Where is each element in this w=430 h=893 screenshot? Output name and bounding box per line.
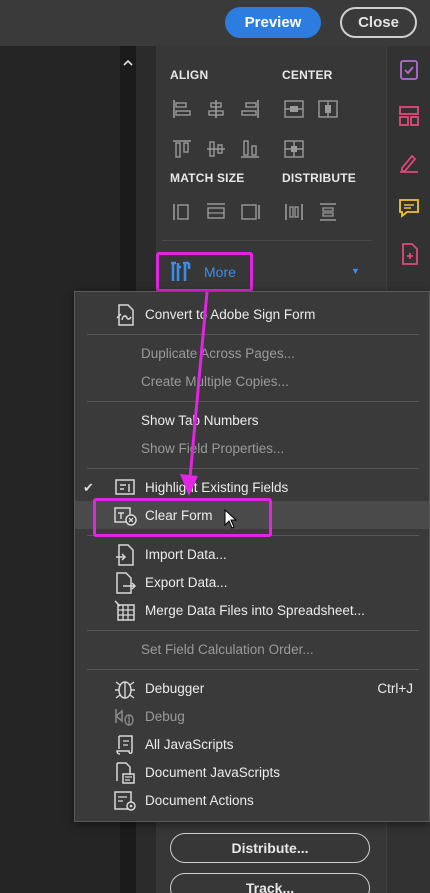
align-vertical-center-icon[interactable] — [205, 138, 227, 160]
annotation-highlight-clear-form — [93, 498, 272, 537]
form-checkbox-icon[interactable] — [397, 58, 421, 82]
menu-item-label: Show Field Properties... — [141, 441, 285, 456]
menu-separator — [87, 669, 419, 670]
menu-item-set-field-calculation-order: Set Field Calculation Order... — [75, 636, 429, 664]
document-actions-icon — [113, 789, 137, 813]
menu-separator — [87, 401, 419, 402]
match-width-icon[interactable] — [171, 201, 193, 223]
top-toolbar: Preview Close — [0, 0, 430, 46]
highlight-fields-icon — [113, 476, 137, 500]
create-pdf-icon[interactable] — [397, 242, 421, 266]
distribute-button[interactable]: Distribute... — [170, 833, 370, 863]
app-window: Preview Close ALIGN CENTER MATCH SIZE DI… — [0, 0, 430, 893]
menu-item-show-field-properties: Show Field Properties... — [75, 435, 429, 463]
keyboard-shortcut: Ctrl+J — [377, 681, 413, 696]
convert-sign-icon — [113, 303, 137, 327]
comment-icon[interactable] — [397, 196, 421, 220]
align-left-icon[interactable] — [171, 98, 193, 120]
menu-item-debugger[interactable]: Debugger Ctrl+J — [75, 675, 429, 703]
menu-item-import-data[interactable]: Import Data... — [75, 541, 429, 569]
align-bottom-icon[interactable] — [239, 138, 261, 160]
menu-item-label: Debugger — [145, 681, 205, 696]
menu-item-all-javascripts[interactable]: All JavaScripts — [75, 731, 429, 759]
document-javascripts-icon — [113, 761, 137, 785]
menu-item-label: Merge Data Files into Spreadsheet... — [145, 603, 365, 618]
distribute-vertical-icon[interactable] — [317, 201, 339, 223]
menu-item-label: Document Actions — [145, 793, 254, 808]
align-horizontal-center-icon[interactable] — [205, 98, 227, 120]
align-top-icon[interactable] — [171, 138, 193, 160]
match-both-icon[interactable] — [239, 201, 261, 223]
menu-item-label: Create Multiple Copies... — [141, 374, 289, 389]
menu-separator — [87, 334, 419, 335]
import-data-icon — [113, 543, 137, 567]
merge-spreadsheet-icon — [113, 599, 137, 623]
menu-item-label: Debug — [145, 709, 185, 724]
align-right-icon[interactable] — [239, 98, 261, 120]
menu-item-label: Set Field Calculation Order... — [141, 642, 314, 657]
align-section-label: ALIGN — [170, 68, 209, 82]
menu-item-duplicate-across-pages: Duplicate Across Pages... — [75, 340, 429, 368]
menu-item-label: All JavaScripts — [145, 737, 234, 752]
distribute-section-label: DISTRIBUTE — [282, 171, 356, 185]
annotation-highlight-more — [156, 252, 253, 292]
match-size-section-label: MATCH SIZE — [170, 171, 245, 185]
menu-item-document-javascripts[interactable]: Document JavaScripts — [75, 759, 429, 787]
distribute-horizontal-icon[interactable] — [283, 201, 305, 223]
menu-item-label: Import Data... — [145, 547, 227, 562]
menu-item-document-actions[interactable]: Document Actions — [75, 787, 429, 815]
center-horizontal-icon[interactable] — [283, 98, 305, 120]
menu-item-export-data[interactable]: Export Data... — [75, 569, 429, 597]
center-both-icon[interactable] — [283, 138, 305, 160]
menu-item-merge-data-files[interactable]: Merge Data Files into Spreadsheet... — [75, 597, 429, 625]
scroll-up-icon[interactable] — [120, 54, 136, 72]
organize-pages-icon[interactable] — [397, 104, 421, 128]
menu-item-label: Document JavaScripts — [145, 765, 281, 780]
checkmark-icon: ✔ — [83, 480, 94, 495]
mouse-cursor-icon — [224, 508, 238, 529]
debugger-icon — [113, 677, 137, 701]
chevron-down-icon[interactable]: ▼ — [351, 266, 360, 276]
menu-item-show-tab-numbers[interactable]: Show Tab Numbers — [75, 407, 429, 435]
menu-item-label: Convert to Adobe Sign Form — [145, 307, 316, 322]
center-section-label: CENTER — [282, 68, 333, 82]
menu-item-label: Duplicate Across Pages... — [141, 346, 295, 361]
menu-item-convert-to-sign-form[interactable]: Convert to Adobe Sign Form — [75, 301, 429, 329]
menu-separator — [87, 630, 419, 631]
center-vertical-icon[interactable] — [317, 98, 339, 120]
fill-sign-icon[interactable] — [397, 150, 421, 174]
export-data-icon — [113, 571, 137, 595]
all-javascripts-icon — [113, 733, 137, 757]
debug-icon — [113, 705, 137, 729]
menu-item-label: Export Data... — [145, 575, 228, 590]
close-button[interactable]: Close — [340, 7, 417, 38]
panel-divider — [162, 240, 372, 241]
match-height-icon[interactable] — [205, 201, 227, 223]
more-context-menu: Convert to Adobe Sign Form Duplicate Acr… — [74, 291, 430, 822]
menu-item-label: Show Tab Numbers — [141, 413, 259, 428]
menu-item-debug: Debug — [75, 703, 429, 731]
menu-separator — [87, 468, 419, 469]
preview-button[interactable]: Preview — [225, 7, 321, 38]
menu-item-label: Highlight Existing Fields — [145, 480, 289, 495]
menu-item-create-multiple-copies: Create Multiple Copies... — [75, 368, 429, 396]
track-button[interactable]: Track... — [170, 873, 370, 893]
